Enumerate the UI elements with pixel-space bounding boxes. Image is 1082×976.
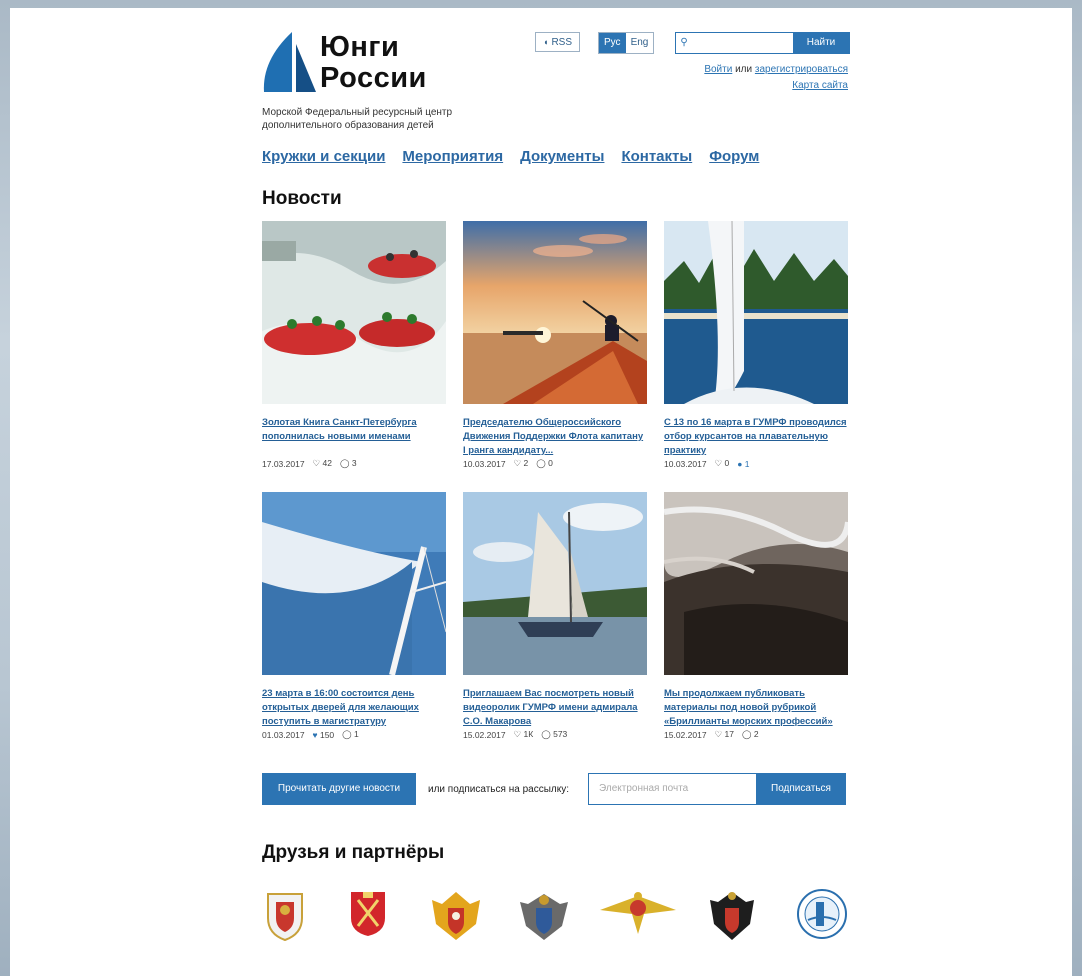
news-title[interactable]: Золотая Книга Санкт-Петербурга пополнила… [262,416,446,458]
tagline: Морской Федеральный ресурсный центр допо… [262,107,453,131]
like-icon[interactable]: ♡ 17 [715,729,734,740]
comment-icon[interactable]: ● 1 [737,459,749,469]
search-icon: ⚲ [680,37,688,48]
content: Юнги России Морской Федеральный ресурсны… [262,8,852,976]
news-image-sunset-kayak[interactable] [463,221,647,404]
news-heading: Новости [262,188,342,209]
site-logo[interactable]: Юнги России [262,30,462,100]
comment-count: 2 [753,729,759,739]
lang-ru-button[interactable]: Рус [599,33,626,53]
sail-logo-icon [263,32,316,92]
subscribe-label: или подписаться на рассылку: [428,784,569,795]
emblem-6-icon[interactable] [708,888,756,944]
news-date: 17.03.2017 [262,458,305,469]
comment-count: 1 [354,729,359,739]
news-date: 15.02.2017 [463,729,506,740]
news-image-rocks[interactable] [664,492,848,675]
email-field[interactable]: Электронная почта [588,773,766,805]
login-link[interactable]: Войти [704,64,732,75]
or-text: или [735,64,753,75]
emblem-5-icon[interactable] [598,888,678,938]
news-card[interactable]: Председателю Общероссийского Движения По… [463,221,647,469]
rss-icon: ◖ [543,37,549,47]
search-box: ⚲ Найти [675,32,850,54]
comment-count: 0 [548,458,553,468]
nav-documents[interactable]: Документы [520,148,604,165]
news-title[interactable]: С 13 по 16 марта в ГУМРФ проводился отбо… [664,416,848,458]
news-card[interactable]: Мы продолжаем публиковать материалы под … [664,492,848,740]
like-count: 1К [523,729,534,739]
search-button[interactable]: Найти [793,33,849,53]
news-card[interactable]: Золотая Книга Санкт-Петербурга пополнила… [262,221,446,469]
news-image-rafting[interactable] [262,221,446,404]
lang-en-button[interactable]: Eng [626,33,654,53]
search-input[interactable] [692,33,793,53]
news-image-sail-sky[interactable] [262,492,446,675]
language-switch: Рус Eng [598,32,655,54]
news-card[interactable]: С 13 по 16 марта в ГУМРФ проводился отбо… [664,221,848,469]
logo-text: Юнги России [320,31,427,94]
nav-forum[interactable]: Форум [709,148,759,165]
page: Юнги России Морской Федеральный ресурсны… [10,8,1072,976]
like-icon[interactable]: ♥ 150 [313,730,335,740]
news-title[interactable]: Председателю Общероссийского Движения По… [463,416,647,458]
emblem-7-icon[interactable] [796,888,848,940]
like-count: 42 [322,458,332,468]
news-title[interactable]: Приглашаем Вас посмотреть новый видеорол… [463,687,647,729]
like-icon[interactable]: ♡ 1К [514,729,534,740]
news-date: 10.03.2017 [664,458,707,469]
like-count: 150 [319,729,335,740]
subscribe-button[interactable]: Подписаться [756,773,846,805]
register-link[interactable]: зарегистрироваться [755,64,848,75]
news-meta: 15.02.2017 ♡ 17 ◯ 2 [664,729,848,740]
nav-contacts[interactable]: Контакты [621,148,692,165]
emblem-1-icon[interactable] [262,888,308,942]
comment-icon[interactable]: ◯ 573 [541,729,567,740]
like-count: 0 [724,458,730,468]
rss-button[interactable]: ◖ RSS [535,32,580,52]
comment-count: 3 [351,458,357,468]
comment-icon[interactable]: ◯ 3 [340,458,357,469]
comment-icon[interactable]: ◯ 1 [342,729,359,740]
comment-count: 573 [553,729,568,739]
news-meta: 10.03.2017 ♡ 0 ● 1 [664,458,848,469]
news-image-sailboat-lake[interactable] [664,221,848,404]
like-icon[interactable]: ♡ 2 [514,458,529,469]
emblem-3-icon[interactable] [430,888,482,944]
comment-icon[interactable]: ◯ 2 [742,729,759,740]
like-icon[interactable]: ♡ 0 [715,458,730,469]
nav-clubs[interactable]: Кружки и секции [262,148,385,165]
news-meta: 17.03.2017 ♡ 42 ◯ 3 [262,458,446,469]
news-meta: 15.02.2017 ♡ 1К ◯ 573 [463,729,647,740]
news-date: 15.02.2017 [664,729,707,740]
news-card[interactable]: Приглашаем Вас посмотреть новый видеорол… [463,492,647,740]
emblem-4-icon[interactable] [518,888,570,944]
news-title[interactable]: 23 марта в 16:00 состоится день открытых… [262,687,446,729]
partners-row [262,888,852,948]
like-icon[interactable]: ♡ 42 [313,458,332,469]
news-title[interactable]: Мы продолжаем публиковать материалы под … [664,687,848,729]
sitemap-link[interactable]: Карта сайта [792,80,848,91]
news-meta: 10.03.2017 ♡ 2 ◯ 0 [463,458,647,469]
like-count: 2 [523,458,529,468]
news-date: 10.03.2017 [463,458,506,469]
partners-heading: Друзья и партнёры [262,842,445,863]
news-meta: 01.03.2017 ♥ 150 ◯ 1 [262,729,446,740]
comment-icon[interactable]: ◯ 0 [536,458,553,469]
news-image-sailboat[interactable] [463,492,647,675]
comment-count: 1 [744,458,750,469]
auth-links: Войти или зарегистрироваться [704,64,848,75]
main-nav: Кружки и секции Мероприятия Документы Ко… [262,148,776,165]
news-card[interactable]: 23 марта в 16:00 состоится день открытых… [262,492,446,740]
news-date: 01.03.2017 [262,729,305,740]
like-count: 17 [724,729,734,739]
nav-events[interactable]: Мероприятия [402,148,503,165]
emblem-2-icon[interactable] [348,888,388,938]
more-news-button[interactable]: Прочитать другие новости [262,773,416,805]
